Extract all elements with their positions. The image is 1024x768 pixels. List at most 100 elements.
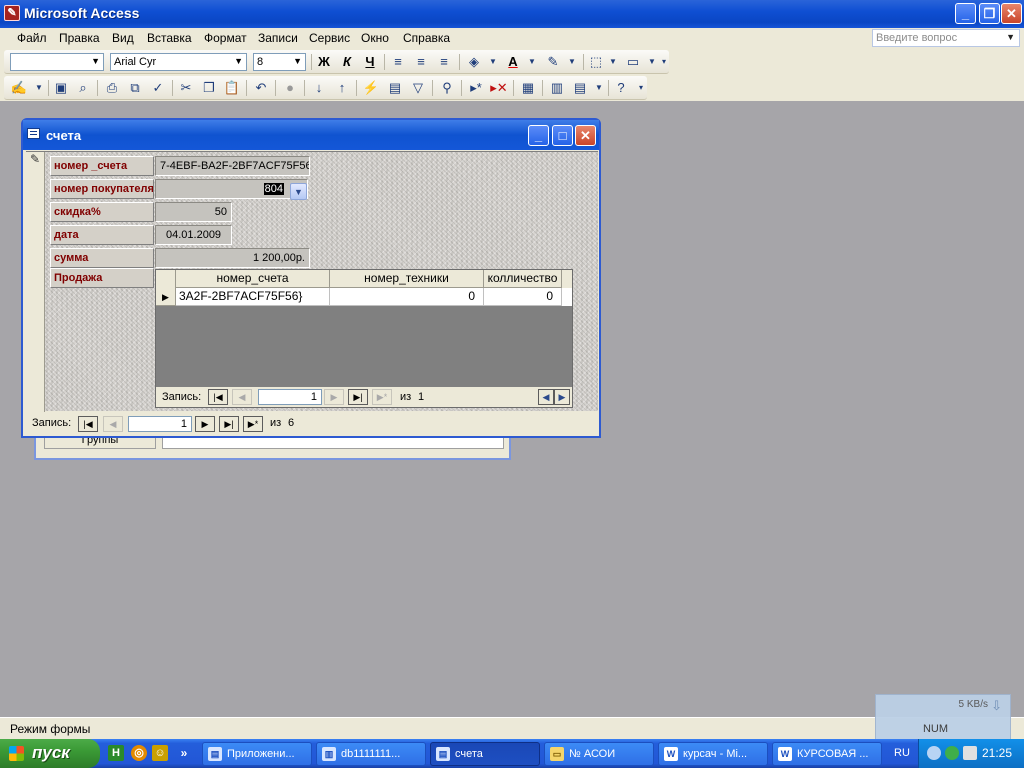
sum-field[interactable]: 1 200,00р. bbox=[155, 248, 310, 268]
restore-button[interactable]: ❐ bbox=[979, 3, 1000, 24]
cell-quantity[interactable]: 0 bbox=[484, 288, 562, 306]
menu-help[interactable]: Справка bbox=[403, 31, 450, 45]
align-left-icon[interactable]: ≡ bbox=[389, 53, 407, 71]
minimize-button[interactable]: _ bbox=[955, 3, 976, 24]
view-icon[interactable]: ✍ bbox=[10, 79, 28, 97]
chevron-down-icon[interactable]: ▼ bbox=[523, 53, 541, 71]
new-record-icon[interactable]: ▸* bbox=[467, 79, 485, 97]
chevron-down-icon[interactable]: ▼ bbox=[590, 79, 608, 97]
customer-number-combo[interactable]: 804 bbox=[155, 179, 308, 199]
column-header-equipment-number[interactable]: номер_техники bbox=[330, 270, 484, 288]
filter-by-selection-icon[interactable]: ⚡ bbox=[362, 79, 380, 97]
first-record-button[interactable]: |◀ bbox=[208, 389, 228, 405]
form-minimize-button[interactable]: _ bbox=[528, 125, 549, 146]
scroll-left-button[interactable]: ◀ bbox=[538, 389, 554, 405]
language-indicator[interactable]: RU bbox=[894, 747, 910, 759]
italic-button[interactable]: К bbox=[338, 53, 356, 71]
column-header-invoice-number[interactable]: номер_счета bbox=[176, 270, 330, 288]
cell-equipment-number[interactable]: 0 bbox=[330, 288, 484, 306]
form-close-button[interactable]: ✕ bbox=[575, 125, 596, 146]
database-window-icon[interactable]: ▥ bbox=[548, 79, 566, 97]
form-window[interactable]: счета _ □ ✕ ✎ номер _счета 7-4EBF-BA2F-2… bbox=[21, 118, 601, 438]
line-color-icon[interactable]: ✎ bbox=[544, 53, 562, 71]
network-speed-widget[interactable]: 5 KB/s ⇩ NUM bbox=[875, 694, 1011, 740]
cell-invoice-number[interactable]: 3A2F-2BF7ACF75F56} bbox=[176, 288, 330, 306]
chevron-down-icon[interactable]: ▼ bbox=[563, 53, 581, 71]
paste-icon[interactable]: 📋 bbox=[223, 79, 241, 97]
chevron-down-icon[interactable]: ▼ bbox=[484, 53, 502, 71]
form-titlebar[interactable]: счета _ □ ✕ bbox=[23, 120, 599, 150]
back-arrow-icon[interactable] bbox=[927, 746, 941, 760]
next-record-button[interactable]: ▶ bbox=[195, 416, 215, 432]
copy-icon[interactable]: ❐ bbox=[200, 79, 218, 97]
chevron-down-icon[interactable]: ▼ bbox=[91, 56, 100, 66]
quicklaunch-browser-icon[interactable]: ◎ bbox=[131, 745, 147, 761]
volume-icon[interactable] bbox=[963, 746, 977, 760]
font-size-combo[interactable]: 8 ▼ bbox=[253, 53, 306, 71]
menu-tools[interactable]: Сервис bbox=[309, 31, 350, 45]
chevron-down-icon[interactable]: ▼ bbox=[293, 56, 302, 66]
column-header-quantity[interactable]: колличество bbox=[484, 270, 562, 288]
fill-color-icon[interactable]: ◈ bbox=[465, 53, 483, 71]
sort-descending-icon[interactable]: ↑ bbox=[333, 79, 351, 97]
sort-ascending-icon[interactable]: ↓ bbox=[310, 79, 328, 97]
quicklaunch-app-icon[interactable]: H bbox=[108, 745, 124, 761]
menu-format[interactable]: Формат bbox=[204, 31, 247, 45]
new-record-button[interactable]: ▶* bbox=[243, 416, 263, 432]
menu-edit[interactable]: Правка bbox=[59, 31, 100, 45]
menu-insert[interactable]: Вставка bbox=[147, 31, 192, 45]
chevron-down-icon[interactable]: ▼ bbox=[1006, 32, 1015, 42]
menu-file[interactable]: Файл bbox=[17, 31, 47, 45]
chevron-down-icon[interactable]: ▼ bbox=[30, 79, 48, 97]
font-color-icon[interactable]: A bbox=[504, 53, 522, 71]
delete-record-icon[interactable]: ▸✕ bbox=[490, 79, 508, 97]
quicklaunch-messenger-icon[interactable]: ☺ bbox=[152, 745, 168, 761]
app-titlebar[interactable]: ✎ Microsoft Access _ ❐ ✕ bbox=[0, 0, 1024, 28]
prev-record-button[interactable]: ◀ bbox=[103, 416, 123, 432]
underline-button[interactable]: Ч bbox=[361, 53, 379, 71]
network-icon[interactable] bbox=[945, 746, 959, 760]
task-button-database[interactable]: ▥ db1111111... bbox=[316, 742, 426, 766]
font-name-combo[interactable]: Arial Cyr ▼ bbox=[110, 53, 247, 71]
chevron-down-icon[interactable]: ▼ bbox=[290, 183, 307, 200]
new-record-button[interactable]: ▶* bbox=[372, 389, 392, 405]
border-icon[interactable]: ⬚ bbox=[587, 53, 605, 71]
sale-subform[interactable]: номер_счета номер_техники колличество ▶ … bbox=[155, 269, 573, 408]
align-right-icon[interactable]: ≡ bbox=[435, 53, 453, 71]
clock[interactable]: 21:25 bbox=[982, 746, 1012, 760]
subform-record-number-input[interactable]: 1 bbox=[258, 389, 322, 405]
task-button-folder[interactable]: ▭ № АСОИ bbox=[544, 742, 654, 766]
date-field[interactable]: 04.01.2009 bbox=[155, 225, 232, 245]
chevron-down-icon[interactable]: ▼ bbox=[234, 56, 243, 66]
table-row[interactable]: ▶ 3A2F-2BF7ACF75F56} 0 0 bbox=[156, 288, 572, 306]
form-maximize-button[interactable]: □ bbox=[552, 125, 573, 146]
ask-question-input[interactable]: Введите вопрос ▼ bbox=[872, 29, 1020, 47]
first-record-button[interactable]: |◀ bbox=[78, 416, 98, 432]
new-object-icon[interactable]: ▤ bbox=[571, 79, 589, 97]
form-record-number-input[interactable]: 1 bbox=[128, 416, 192, 432]
record-selector[interactable]: ✎ bbox=[26, 152, 45, 412]
menu-records[interactable]: Записи bbox=[258, 31, 298, 45]
filter-by-form-icon[interactable]: ▤ bbox=[386, 79, 404, 97]
task-button-word-coursework[interactable]: W курсач - Mi... bbox=[658, 742, 768, 766]
print-icon[interactable]: ⎙ bbox=[103, 79, 121, 97]
find-icon[interactable]: ⚲ bbox=[438, 79, 456, 97]
print-preview-icon[interactable]: ⧉ bbox=[126, 79, 144, 97]
toolbar-options-icon[interactable]: ▾ bbox=[636, 79, 646, 97]
close-button[interactable]: ✕ bbox=[1001, 3, 1022, 24]
quicklaunch-more-icon[interactable]: » bbox=[176, 745, 192, 761]
next-record-button[interactable]: ▶ bbox=[324, 389, 344, 405]
properties-icon[interactable]: ▦ bbox=[519, 79, 537, 97]
menu-view[interactable]: Вид bbox=[112, 31, 134, 45]
current-record-arrow-icon[interactable]: ▶ bbox=[156, 288, 176, 306]
align-center-icon[interactable]: ≡ bbox=[412, 53, 430, 71]
menu-window[interactable]: Окно bbox=[361, 31, 389, 45]
help-icon[interactable]: ? bbox=[612, 79, 630, 97]
apply-filter-icon[interactable]: ▽ bbox=[409, 79, 427, 97]
scroll-right-button[interactable]: ▶ bbox=[554, 389, 570, 405]
cut-icon[interactable]: ✂ bbox=[177, 79, 195, 97]
last-record-button[interactable]: ▶| bbox=[219, 416, 239, 432]
object-combo[interactable]: ▼ bbox=[10, 53, 104, 71]
task-button-word-course[interactable]: W КУРСОВАЯ ... bbox=[772, 742, 882, 766]
start-button[interactable]: пуск bbox=[0, 739, 100, 768]
